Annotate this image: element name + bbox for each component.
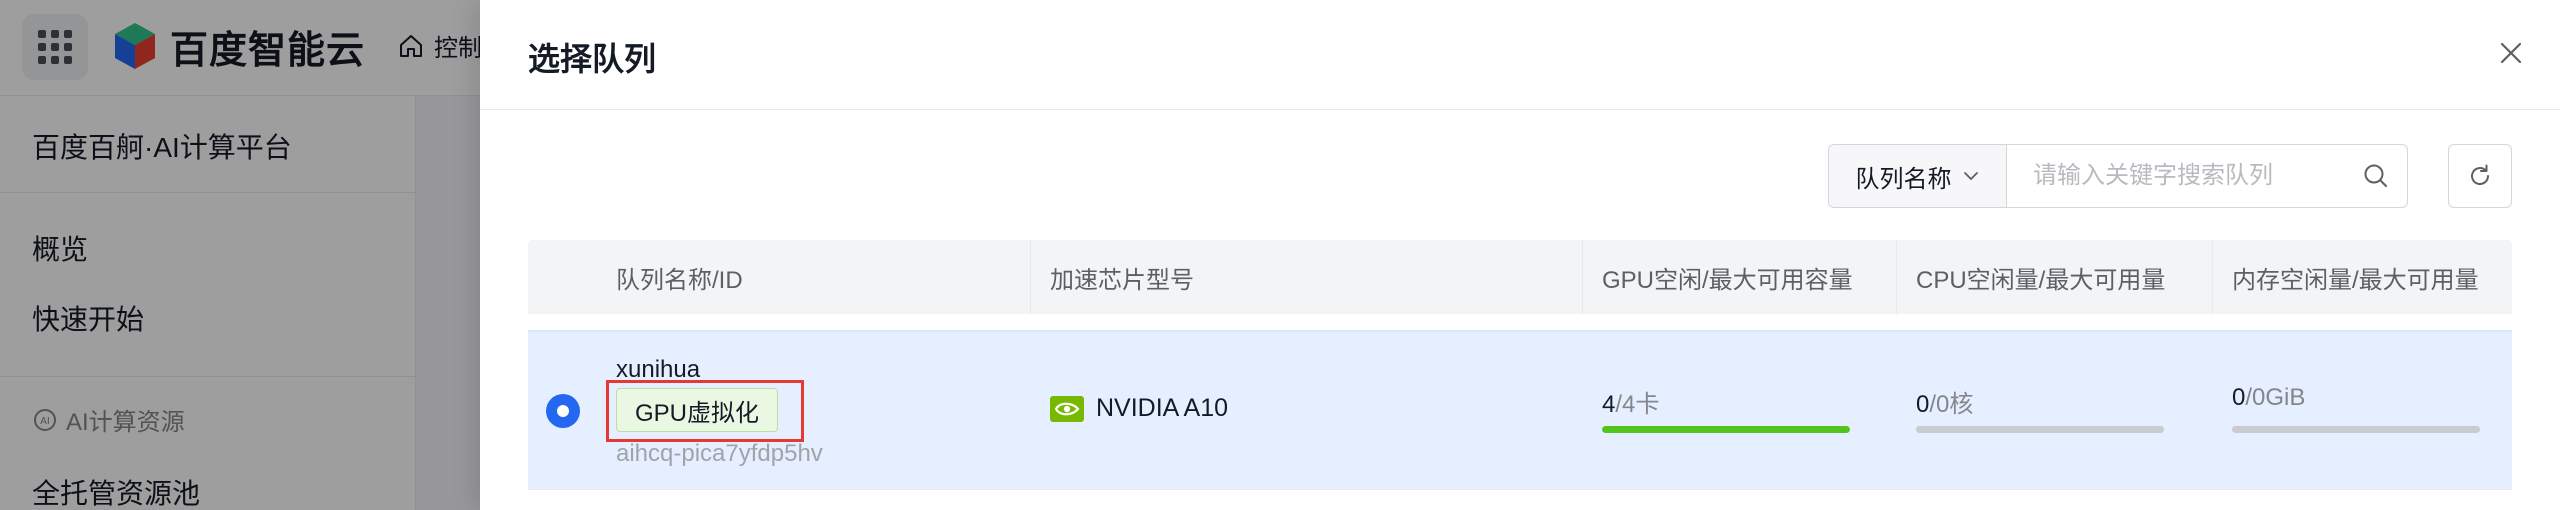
column-header-memory-capacity: 内存空闲量/最大可用量 [2232,266,2479,294]
drawer-title: 选择队列 [528,41,657,77]
close-icon[interactable] [2496,38,2526,68]
column-header-cpu-capacity: CPU空闲量/最大可用量 [1916,266,2166,294]
column-divider [1896,240,1897,314]
memory-max-value: 0GiB [2252,384,2306,411]
cpu-free-value: 0 [1916,391,1930,418]
drawer-header: 选择队列 [480,0,2560,110]
gpu-capacity-fill [1602,426,1850,433]
cpu-capacity-text: 0/0核 [1916,391,1974,418]
search-icon[interactable] [2345,145,2407,207]
cpu-capacity-bar [1916,426,2164,433]
column-divider [2212,240,2213,314]
refresh-button[interactable] [2448,144,2512,208]
gpu-max-value: 4卡 [1622,391,1660,418]
memory-free-value: 0 [2232,384,2246,411]
memory-capacity-cell: 0/0GiB [2232,384,2482,433]
refresh-icon [2471,164,2489,185]
memory-capacity-bar [2232,426,2480,433]
column-divider [1582,240,1583,314]
queue-id: aihcq-pica7yfdp5hv [616,440,823,467]
column-header-chip-model: 加速芯片型号 [1050,266,1194,294]
search-field-label: 队列名称 [1855,165,1952,193]
table-row[interactable]: xunihua GPU虚拟化 aihcq-pica7yfdp5hv NVIDIA… [528,330,2512,490]
column-header-gpu-capacity: GPU空闲/最大可用容量 [1602,266,1853,294]
queue-search-box: 队列名称 [1828,144,2408,208]
gpu-free-value: 4 [1602,391,1616,418]
search-input[interactable] [2007,145,2345,207]
table-header: 队列名称/ID 加速芯片型号 GPU空闲/最大可用容量 CPU空闲量/最大可用量… [528,240,2512,314]
cpu-capacity-cell: 0/0核 [1916,384,2166,433]
cpu-max-value: 0核 [1936,391,1974,418]
select-queue-drawer: 选择队列 队列名称 队列名称/ID 加速芯片型号 [480,0,2560,510]
column-header-queue-name: 队列名称/ID [616,266,743,294]
gpu-capacity-text: 4/4卡 [1602,391,1660,418]
chip-model-cell: NVIDIA A10 [1050,394,1228,423]
queue-table: 队列名称/ID 加速芯片型号 GPU空闲/最大可用容量 CPU空闲量/最大可用量… [528,240,2512,490]
gpu-capacity-bar [1602,426,1850,433]
table-body: xunihua GPU虚拟化 aihcq-pica7yfdp5hv NVIDIA… [528,330,2512,490]
chip-model-name: NVIDIA A10 [1096,394,1229,422]
gpu-capacity-cell: 4/4卡 [1602,384,1852,433]
highlight-box [606,380,804,442]
search-field-select[interactable]: 队列名称 [1829,145,2007,207]
nvidia-icon [1050,395,1084,422]
column-divider [1030,240,1031,314]
row-select-radio[interactable] [546,394,580,428]
chevron-down-icon [1963,172,1978,180]
memory-capacity-text: 0/0GiB [2232,384,2306,411]
